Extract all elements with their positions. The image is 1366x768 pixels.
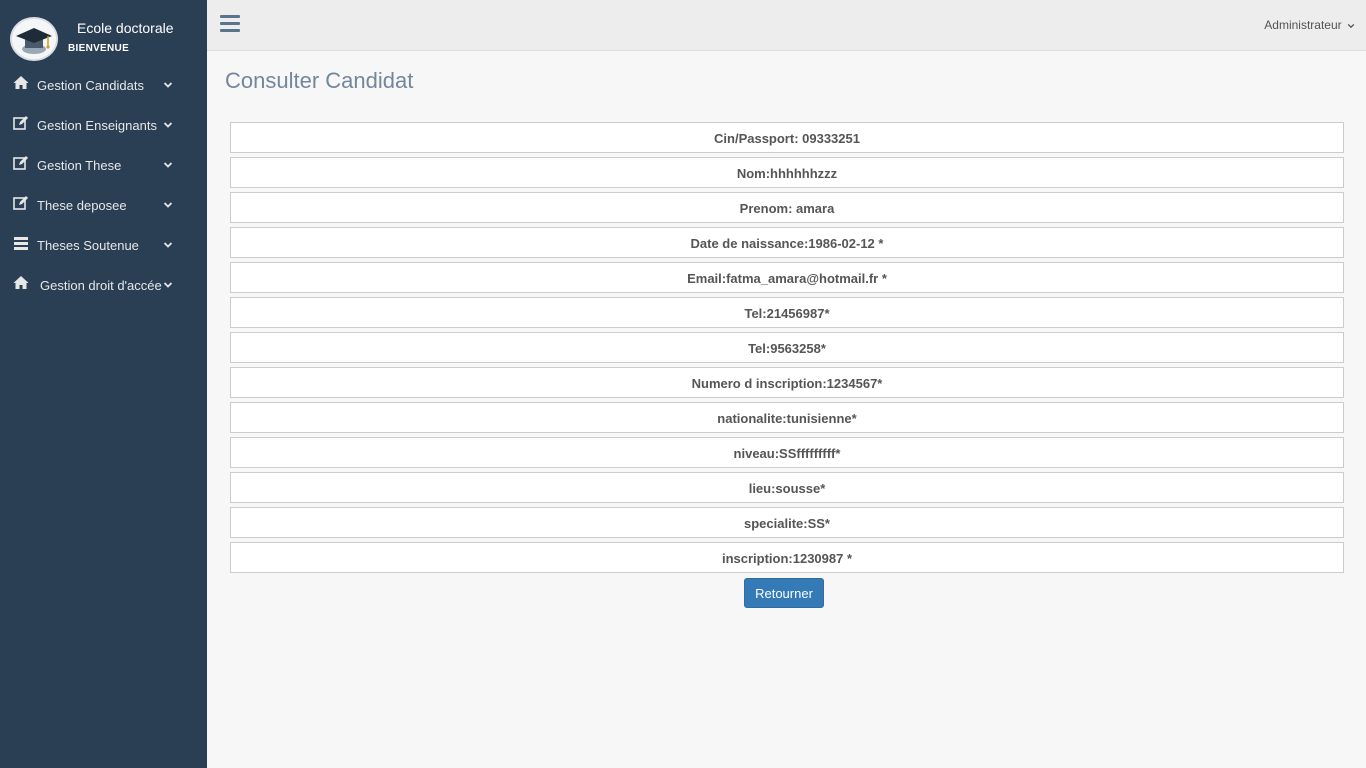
field-specialite: specialite:SS* xyxy=(230,507,1344,538)
menu-toggle-icon[interactable] xyxy=(220,15,240,33)
sidebar-item-gestion-droit-acces[interactable]: Gestion droit d'accée xyxy=(0,266,207,306)
chevron-down-icon xyxy=(163,82,173,88)
sidebar-item-label: Gestion These xyxy=(37,158,122,173)
sidebar-item-label: Gestion Candidats xyxy=(37,78,144,93)
sidebar: Ecole doctorale BIENVENUE Gestion Candid… xyxy=(0,0,207,768)
sidebar-item-label: Gestion Enseignants xyxy=(37,118,157,133)
edit-icon xyxy=(13,196,28,210)
sidebar-item-theses-soutenue[interactable]: Theses Soutenue xyxy=(0,226,207,266)
list-icon xyxy=(14,237,28,250)
sidebar-item-these-deposee[interactable]: These deposee xyxy=(0,186,207,226)
sidebar-item-gestion-these[interactable]: Gestion These xyxy=(0,146,207,186)
field-prenom: Prenom: amara xyxy=(230,192,1344,223)
sidebar-menu: Gestion Candidats Gestion Enseignants Ge… xyxy=(0,66,207,306)
field-tel-1: Tel:21456987* xyxy=(230,297,1344,328)
graduation-cap-logo-icon xyxy=(10,17,58,61)
page-title: Consulter Candidat xyxy=(225,68,414,93)
top-navbar: Administrateur xyxy=(207,0,1366,51)
field-lieu: lieu:sousse* xyxy=(230,472,1344,503)
edit-icon xyxy=(13,156,28,170)
chevron-down-icon xyxy=(163,242,173,248)
chevron-down-icon xyxy=(163,202,173,208)
candidate-details: Cin/Passport: 09333251 Nom:hhhhhhzzz Pre… xyxy=(230,122,1344,577)
field-nom: Nom:hhhhhhzzz xyxy=(230,157,1344,188)
brand: Ecole doctorale BIENVENUE xyxy=(0,0,207,66)
chevron-down-icon xyxy=(163,122,173,128)
brand-title: Ecole doctorale xyxy=(77,20,174,36)
field-date-naissance: Date de naissance:1986-02-12 * xyxy=(230,227,1344,258)
chevron-down-icon xyxy=(163,282,173,288)
sidebar-item-label: Theses Soutenue xyxy=(37,238,139,253)
user-menu[interactable]: Administrateur xyxy=(1264,18,1355,32)
field-tel-2: Tel:9563258* xyxy=(230,332,1344,363)
welcome-text: BIENVENUE xyxy=(68,43,130,54)
field-cin-passport: Cin/Passport: 09333251 xyxy=(230,122,1344,153)
sidebar-item-label: Gestion droit d'accée xyxy=(40,278,162,293)
sidebar-item-gestion-enseignants[interactable]: Gestion Enseignants xyxy=(0,106,207,146)
field-inscription: inscription:1230987 * xyxy=(230,542,1344,573)
chevron-down-icon xyxy=(1347,23,1355,28)
user-name: Administrateur xyxy=(1264,18,1342,32)
field-niveau: niveau:SSfffffffff* xyxy=(230,437,1344,468)
sidebar-item-gestion-candidats[interactable]: Gestion Candidats xyxy=(0,66,207,106)
back-button[interactable]: Retourner xyxy=(744,578,824,608)
sidebar-item-label: These deposee xyxy=(37,198,127,213)
edit-icon xyxy=(13,116,28,130)
field-numero-inscription: Numero d inscription:1234567* xyxy=(230,367,1344,398)
home-icon xyxy=(13,76,29,89)
field-email: Email:fatma_amara@hotmail.fr * xyxy=(230,262,1344,293)
field-nationalite: nationalite:tunisienne* xyxy=(230,402,1344,433)
home-icon xyxy=(13,276,29,289)
chevron-down-icon xyxy=(163,162,173,168)
